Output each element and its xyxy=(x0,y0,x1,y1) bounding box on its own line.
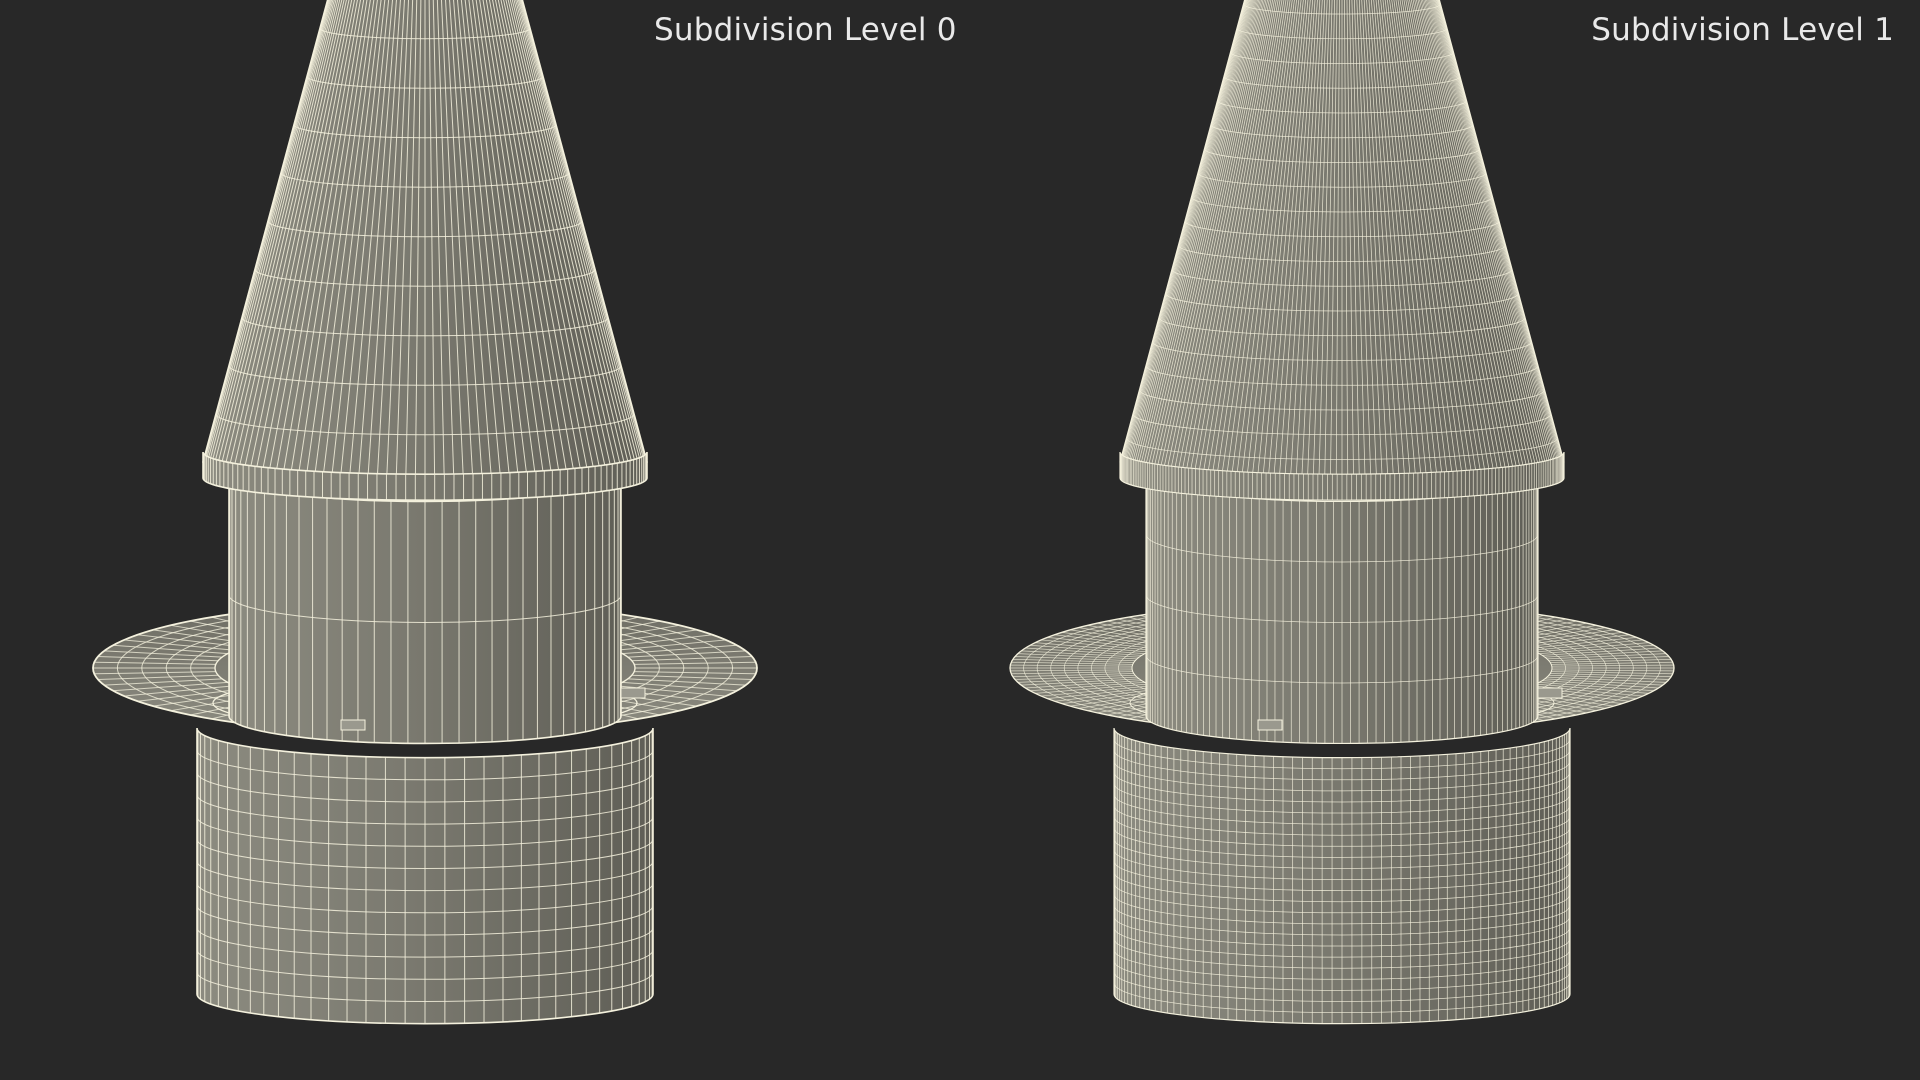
wireframe-scene xyxy=(92,0,1675,1025)
model-subdivision-level-1 xyxy=(1009,0,1675,1025)
level-1-clip-side xyxy=(1537,687,1563,699)
render-viewport: Subdivision Level 0 Subdivision Level 1 xyxy=(0,0,1920,1080)
subdivision-level-1-label: Subdivision Level 1 xyxy=(1591,12,1894,48)
level-0-lower-cylinder xyxy=(196,727,654,1025)
level-1-cone xyxy=(1119,0,1565,485)
level-0-clip-side xyxy=(620,687,646,699)
model-subdivision-level-0 xyxy=(92,0,758,1025)
level-0-middle-cylinder xyxy=(228,473,622,745)
subdivision-level-0-label: Subdivision Level 0 xyxy=(654,12,957,48)
level-0-cone xyxy=(202,0,648,485)
level-1-clip-front xyxy=(1257,719,1283,731)
level-0-clip-front xyxy=(340,719,366,731)
level-1-lower-cylinder xyxy=(1113,727,1571,1025)
level-1-middle-cylinder xyxy=(1145,473,1539,745)
